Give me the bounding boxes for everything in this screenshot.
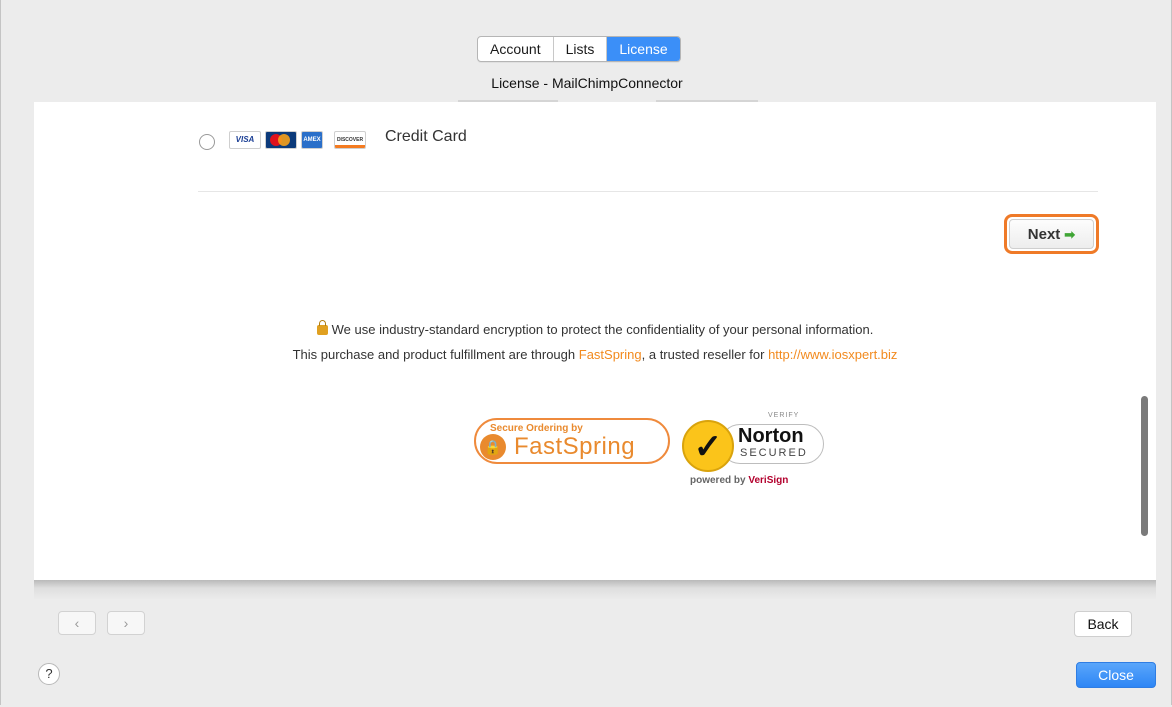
- norton-secured-badge[interactable]: VERIFY ✓ Norton SECURED powered by VeriS…: [682, 412, 828, 490]
- visa-card-icon: VISA: [229, 131, 261, 149]
- norton-secured-label: SECURED: [740, 447, 808, 459]
- norton-verify-label: VERIFY: [768, 412, 800, 419]
- arrow-right-icon: ➡: [1064, 227, 1076, 242]
- credit-card-label[interactable]: Credit Card: [385, 128, 467, 146]
- iosxpert-link[interactable]: http://www.iosxpert.biz: [768, 347, 897, 362]
- norton-powered-by: powered by VeriSign: [690, 475, 789, 486]
- amex-card-icon: AMEX: [301, 131, 323, 149]
- credit-card-radio[interactable]: [199, 134, 215, 150]
- chevron-right-icon: ›: [123, 615, 129, 631]
- norton-name: Norton: [738, 425, 804, 447]
- vertical-scrollbar[interactable]: [1141, 396, 1148, 536]
- preferences-window: Account Lists License License - MailChim…: [0, 0, 1172, 705]
- help-button[interactable]: ?: [38, 663, 60, 685]
- forward-nav-button[interactable]: ›: [107, 611, 145, 635]
- tab-lists[interactable]: Lists: [554, 37, 608, 61]
- license-webview: VISA AMEX DISCOVER Credit Card Next ➡ We …: [34, 102, 1156, 580]
- divider: [198, 191, 1098, 192]
- tab-account[interactable]: Account: [478, 37, 554, 61]
- checkmark-icon: ✓: [682, 420, 734, 472]
- tab-license[interactable]: License: [607, 37, 680, 61]
- fastspring-link[interactable]: FastSpring: [579, 347, 642, 362]
- tab-bar: Account Lists License: [477, 36, 681, 62]
- back-button[interactable]: Back: [1074, 611, 1132, 637]
- back-nav-button[interactable]: ‹: [58, 611, 96, 635]
- content-bottom-edge: [34, 580, 1156, 600]
- next-button[interactable]: Next ➡: [1004, 214, 1099, 254]
- lock-icon: [316, 320, 328, 335]
- encryption-notice: We use industry-standard encryption to p…: [34, 320, 1156, 337]
- close-button[interactable]: Close: [1076, 662, 1156, 688]
- discover-card-icon: DISCOVER: [334, 131, 366, 149]
- mastercard-icon: [265, 131, 297, 149]
- fastspring-badge[interactable]: Secure Ordering by 🔒 FastSpring: [474, 418, 670, 464]
- next-label: Next: [1027, 226, 1061, 243]
- padlock-icon: 🔒: [480, 434, 506, 460]
- fastspring-logo-text: FastSpring: [514, 433, 636, 460]
- chevron-left-icon: ‹: [74, 615, 80, 631]
- reseller-notice: This purchase and product fulfillment ar…: [292, 347, 898, 362]
- pane-title: License - MailChimpConnector: [491, 75, 683, 91]
